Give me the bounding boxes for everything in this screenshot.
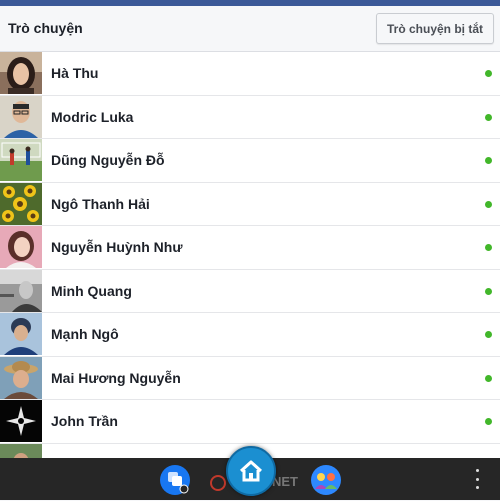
contact-name: Ngô Thanh Hải	[51, 195, 150, 212]
avatar	[0, 226, 42, 268]
avatar	[0, 400, 42, 442]
chat-header: Trò chuyện Trò chuyện bị tắt	[0, 6, 500, 52]
avatar	[0, 139, 42, 181]
chat-off-button[interactable]: Trò chuyện bị tắt	[375, 13, 494, 44]
contact-name: John Trần	[51, 413, 118, 429]
online-status-dot	[485, 70, 492, 77]
online-status-dot	[485, 287, 492, 295]
contact-list: Hà Thu Modric Luka Dũng Nguyễn Đỗ Ngô Th…	[0, 52, 500, 458]
contact-name: Minh Quang	[51, 282, 132, 299]
contact-row[interactable]: Modric Luka	[0, 95, 500, 139]
overflow-menu-icon[interactable]	[474, 469, 480, 489]
avatar	[0, 269, 42, 312]
online-status-dot	[485, 244, 492, 251]
home-button[interactable]	[226, 446, 276, 496]
groups-icon[interactable]	[310, 464, 342, 501]
online-status-dot	[485, 113, 492, 121]
online-status-dot	[485, 374, 492, 382]
page-title: Trò chuyện	[8, 20, 83, 36]
contact-name: Nguyễn Huỳnh Như	[51, 239, 183, 255]
contact-row[interactable]: Mai Hương Nguyễn	[0, 356, 500, 400]
contact-name: Modric Luka	[51, 108, 134, 125]
avatar	[0, 313, 42, 355]
contact-name: Mai Hương Nguyễn	[51, 369, 181, 386]
avatar	[0, 443, 42, 458]
avatar	[0, 95, 42, 138]
home-icon	[239, 460, 263, 482]
messages-icon[interactable]	[159, 464, 191, 501]
contact-name: Hà Thu	[51, 65, 99, 81]
contact-row[interactable]: Mạnh Ngô	[0, 313, 500, 357]
avatar	[0, 182, 42, 225]
contact-name: Mạnh Ngô	[51, 326, 119, 342]
contact-row[interactable]: Minh Quang	[0, 269, 500, 313]
online-status-dot	[485, 418, 492, 425]
contact-name: Dũng Nguyễn Đỗ	[51, 152, 165, 168]
contact-row[interactable]: John Trần	[0, 400, 500, 444]
contact-row[interactable]: Dũng Nguyễn Đỗ	[0, 139, 500, 183]
online-status-dot	[485, 157, 492, 164]
avatar	[0, 52, 42, 94]
contact-row[interactable]: Nguyễn Huỳnh Như	[0, 226, 500, 270]
contact-row[interactable]: Ngô Thanh Hải	[0, 182, 500, 226]
online-status-dot	[485, 200, 492, 208]
avatar	[0, 356, 42, 399]
online-status-dot	[485, 331, 492, 338]
contact-row[interactable]: Hà Thu	[0, 52, 500, 96]
